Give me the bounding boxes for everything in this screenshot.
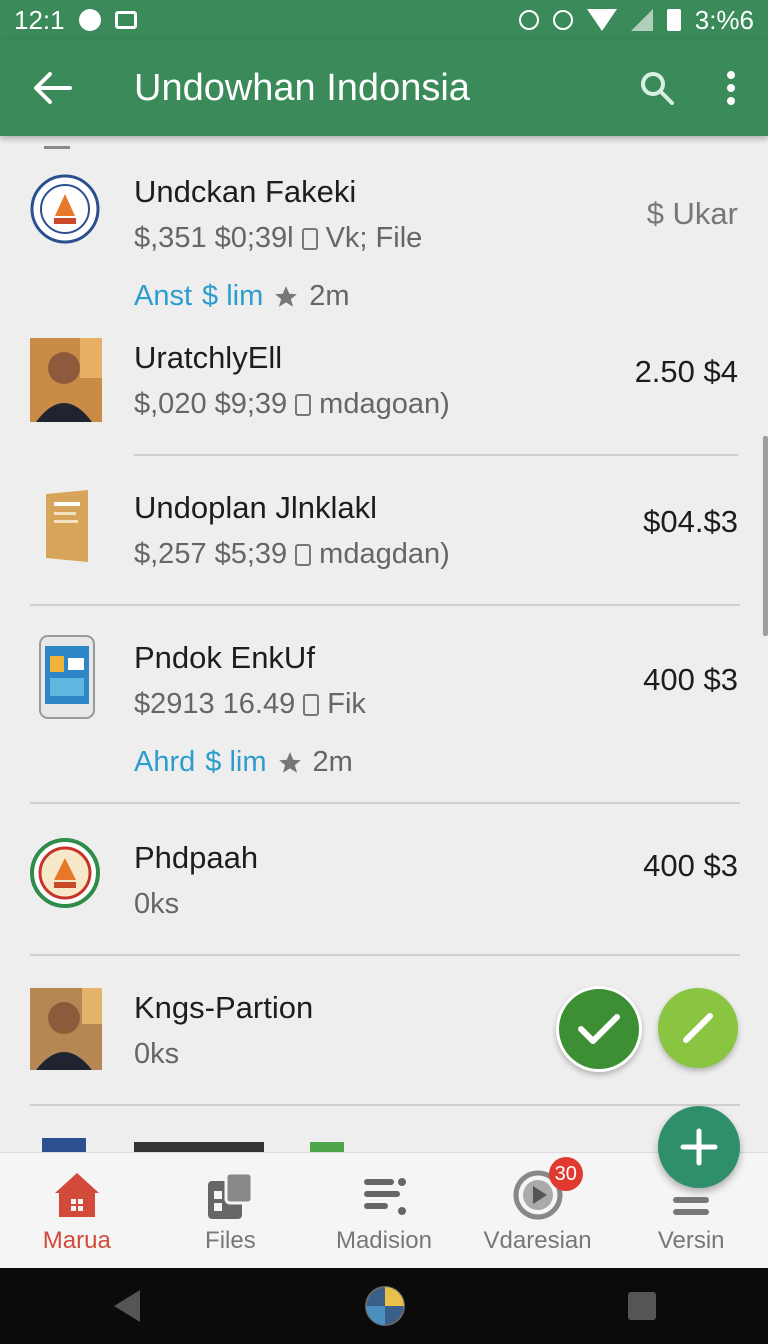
envelope-thumbnail (46, 490, 88, 562)
nav-label: Files (205, 1227, 256, 1254)
list-icon (363, 1178, 406, 1215)
star-icon (275, 285, 298, 307)
item-link-amount[interactable]: $ lim (205, 746, 266, 779)
system-recents-icon[interactable] (626, 1290, 658, 1322)
item-title: Undckan Fakeki (134, 174, 357, 209)
nav-item-files[interactable]: Files (154, 1153, 308, 1269)
nav-label: Madision (335, 1227, 432, 1254)
edit-button[interactable] (658, 988, 738, 1068)
list-item[interactable]: Phdpaah 0ks 400 $3 (0, 826, 768, 956)
home-icon (54, 1173, 99, 1217)
item-meta: 0ks (134, 1038, 180, 1070)
divider (30, 802, 740, 804)
app-bar: Undowhan Indonsia (0, 40, 768, 136)
add-fab-button[interactable] (658, 1106, 740, 1188)
notification-icon (78, 9, 101, 31)
document-icon (303, 693, 320, 716)
list-item[interactable]: Undckan Fakeki $,351 $0;39l Vk; File Ans… (0, 136, 768, 312)
item-meta: $,351 $0;39l Vk; File (134, 222, 423, 254)
search-icon (641, 72, 674, 105)
list-item[interactable]: UratchlyEll $,020 $9;39 mdagoan) 2.50 $4 (0, 326, 768, 456)
item-title-partial (134, 1142, 264, 1152)
item-price: 400 $3 (643, 662, 738, 697)
nav-label: Vdaresian (483, 1227, 592, 1254)
plus-icon (680, 1128, 718, 1166)
screen-icon (114, 11, 137, 29)
arrow-left-icon (34, 72, 72, 104)
item-price: $ Ukar (646, 196, 738, 231)
item-link[interactable]: Ahrd (134, 746, 195, 779)
approve-button[interactable] (556, 986, 642, 1072)
item-price: $04.$3 (643, 504, 738, 539)
list-item[interactable]: Undoplan Jlnklakl $,257 $5;39 mdagdan) $… (0, 476, 768, 606)
nav-item-marua[interactable]: Marua (0, 1153, 154, 1269)
page-title: Undowhan Indonsia (134, 66, 470, 109)
item-title: Undoplan Jlnklakl (134, 490, 377, 525)
item-title: UratchlyEll (134, 340, 283, 375)
back-button[interactable] (0, 40, 104, 136)
item-link[interactable]: Anst (134, 280, 192, 313)
document-icon (295, 543, 312, 566)
more-options-button[interactable] (694, 40, 768, 136)
edit-icon (683, 1013, 713, 1043)
item-title: Kngs-Partion (134, 990, 314, 1025)
files-icon (208, 1171, 254, 1219)
divider (134, 454, 738, 456)
document-icon (295, 393, 312, 416)
item-meta: $,020 $9;39 mdagoan) (134, 388, 450, 420)
search-button[interactable] (620, 40, 694, 136)
emblem-thumbnail (30, 174, 100, 244)
nav-label: Versin (657, 1227, 725, 1254)
signal-icon (630, 9, 653, 31)
system-navigation-bar (0, 1268, 768, 1344)
item-link-amount[interactable]: $ lim (202, 280, 263, 313)
bottom-navigation: Marua Files Madision 30 Vdaresian Versin (0, 1152, 768, 1269)
nav-item-madision[interactable]: Madision (307, 1153, 461, 1269)
item-link-row: Ahrd $ lim 2m (134, 746, 353, 779)
phone-thumbnail (39, 635, 95, 719)
divider (30, 1104, 740, 1106)
item-price: 400 $3 (643, 848, 738, 883)
nav-item-vdaresian[interactable]: 30 Vdaresian (461, 1153, 615, 1269)
list-item-partial[interactable] (0, 1126, 768, 1152)
thumbnail (42, 1138, 86, 1152)
status-time: 12:1 (14, 4, 65, 35)
badge-partial (310, 1142, 344, 1152)
list-item[interactable]: Kngs-Partion 0ks (0, 976, 768, 1106)
item-price: 2.50 $4 (634, 354, 738, 389)
item-list[interactable]: Undckan Fakeki $,351 $0;39l Vk; File Ans… (0, 136, 768, 1152)
status-bar: 12:1 3:%6 (0, 0, 768, 40)
item-title: Pndok EnkUf (134, 640, 315, 675)
alarm-icon (552, 10, 573, 30)
sync-icon (518, 10, 539, 30)
more-vert-icon (727, 71, 735, 105)
item-meta: $,257 $5;39 mdagdan) (134, 538, 450, 570)
divider (30, 604, 740, 606)
document-icon (301, 227, 318, 250)
person-photo (30, 338, 102, 422)
notification-badge: 30 (548, 1157, 583, 1191)
system-back-icon[interactable] (110, 1288, 144, 1324)
person-photo (30, 988, 102, 1070)
check-icon (578, 1014, 620, 1044)
item-title: Phdpaah (134, 840, 259, 875)
wifi-icon (586, 9, 617, 31)
system-home-icon[interactable] (364, 1285, 406, 1327)
item-link-row: Anst $ lim 2m (134, 280, 350, 313)
divider (30, 954, 740, 956)
item-meta: 0ks (134, 888, 180, 920)
list-item[interactable]: Pndok EnkUf $2913 16.49 Fik Ahrd $ lim 2… (0, 626, 768, 796)
item-meta: $2913 16.49 Fik (134, 688, 366, 720)
nav-label: Marua (42, 1227, 111, 1254)
star-icon (278, 751, 301, 773)
emblem-thumbnail (30, 838, 100, 908)
battery-icon (666, 9, 681, 31)
battery-text: 3:%6 (694, 4, 754, 35)
